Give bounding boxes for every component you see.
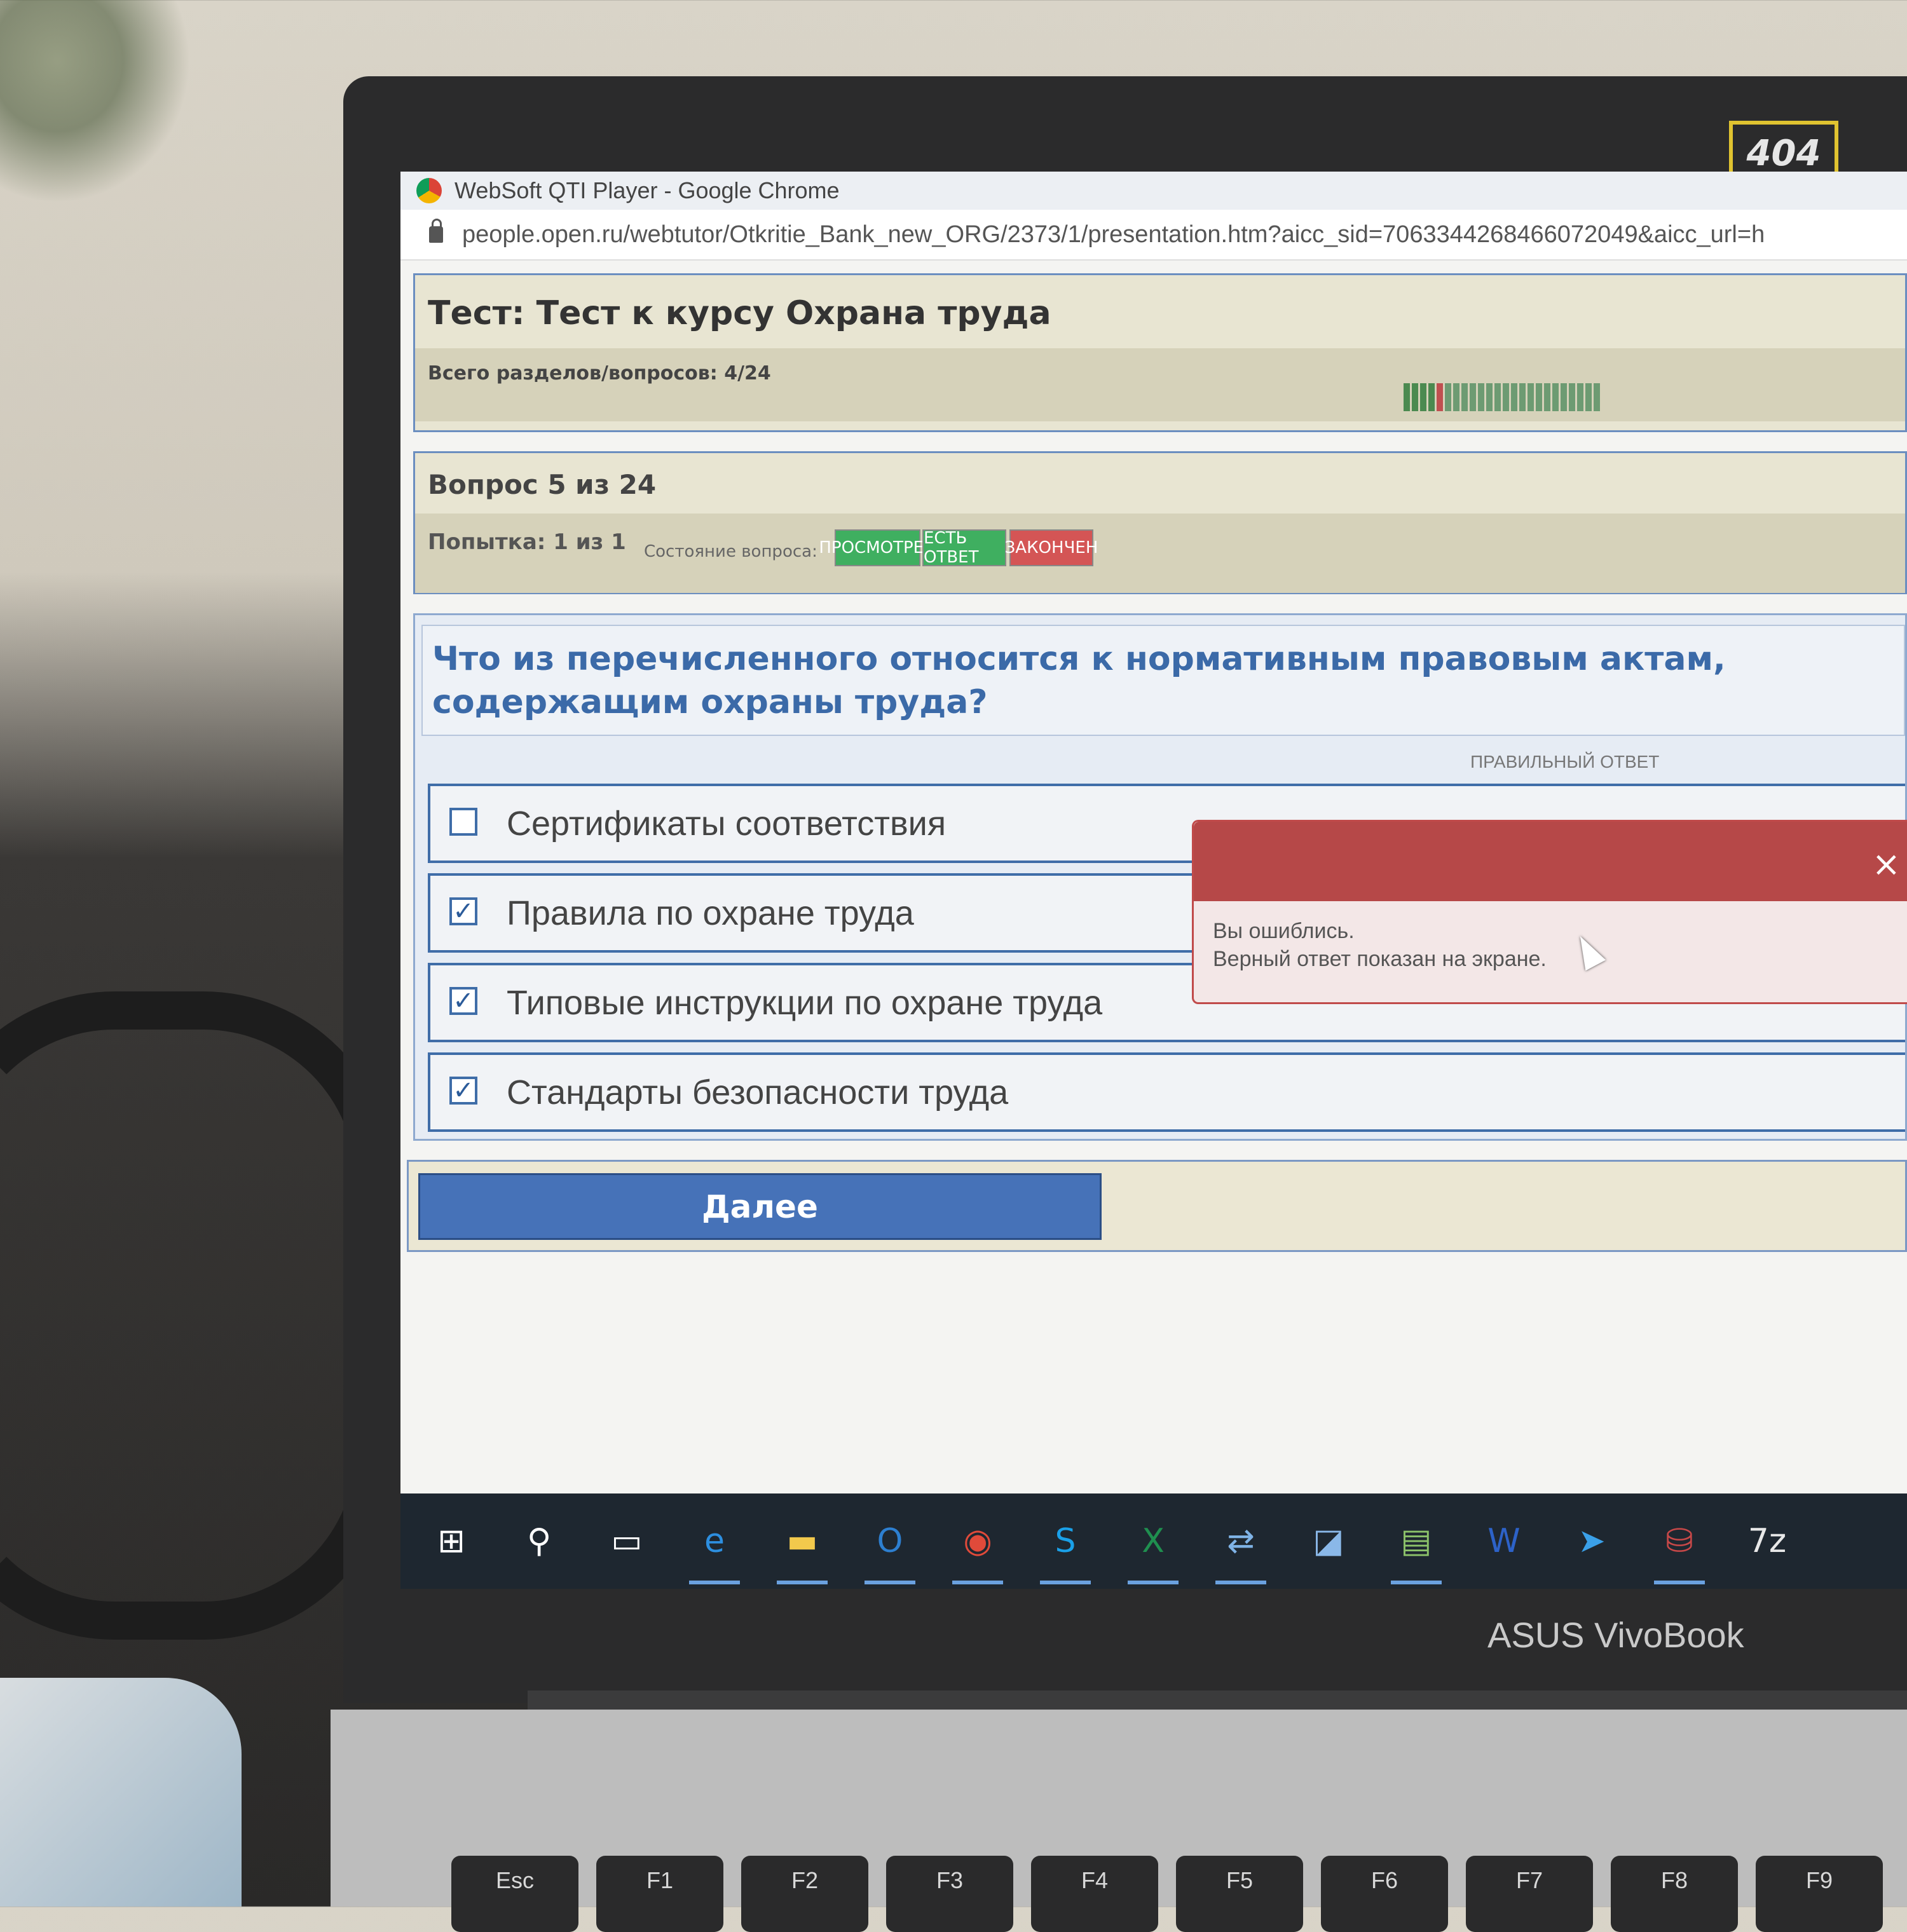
question-status-bar: Попытка: 1 из 1 Состояние вопроса: ПРОСМ… (415, 514, 1905, 593)
close-icon[interactable]: × (1872, 844, 1901, 884)
answer-option[interactable]: ✓ Стандарты безопасности труда (428, 1052, 1905, 1132)
keyboard-key: F7 (1466, 1856, 1593, 1932)
popup-line-correct-shown: Верный ответ показан на экране. (1213, 947, 1547, 971)
answer-label: Правила по охране труда (507, 894, 914, 932)
question-progress-bar (1404, 383, 1600, 411)
progress-cell (1445, 383, 1451, 411)
test-header-panel: Тест: Тест к курсу Охрана труда Всего ра… (413, 273, 1907, 432)
progress-cell (1528, 383, 1534, 411)
network-icon[interactable]: ⇄ (1215, 1516, 1266, 1584)
popup-message: Вы ошиблись. Верный ответ показан на экр… (1213, 917, 1547, 973)
answer-label: Сертификаты соответствия (507, 805, 947, 843)
keyboard-key: F9 (1756, 1856, 1883, 1932)
address-bar[interactable]: people.open.ru/webtutor/Otkritie_Bank_ne… (400, 210, 1907, 261)
url-text[interactable]: people.open.ru/webtutor/Otkritie_Bank_ne… (462, 221, 1765, 248)
answer-label: Типовые инструкции по охране труда (507, 984, 1103, 1022)
badge-viewed: ПРОСМОТРЕН (819, 529, 936, 566)
browser-titlebar: WebSoft QTI Player - Google Chrome (400, 172, 1907, 210)
chrome-logo-icon (416, 178, 442, 203)
question-text-box: Что из перечисленного относится к нормат… (421, 625, 1905, 736)
progress-cell (1412, 383, 1418, 411)
keyboard-key: F3 (886, 1856, 1013, 1932)
answer-checkbox[interactable]: ✓ (449, 987, 477, 1015)
excel-icon[interactable]: X (1128, 1516, 1179, 1584)
question-state-label: Состояние вопроса: (644, 542, 817, 561)
badge-finished: ЗАКОНЧЕН (1005, 529, 1098, 566)
file-explorer-icon[interactable]: ▬ (777, 1516, 828, 1584)
keyboard-key: F1 (596, 1856, 723, 1932)
progress-cell (1585, 383, 1592, 411)
progress-cell (1494, 383, 1501, 411)
progress-cell (1437, 383, 1443, 411)
window-title: WebSoft QTI Player - Google Chrome (455, 177, 840, 203)
progress-cell (1453, 383, 1459, 411)
progress-cell (1594, 383, 1600, 411)
progress-cell (1536, 383, 1542, 411)
error-notification-popup: × Вы ошиблись. Верный ответ показан на э… (1192, 820, 1907, 1004)
progress-cell (1461, 383, 1468, 411)
background-cushion (0, 1678, 242, 1907)
progress-cell (1552, 383, 1559, 411)
progress-cell (1404, 383, 1410, 411)
question-header-panel: Вопрос 5 из 24 Попытка: 1 из 1 Состояние… (413, 451, 1907, 594)
progress-cell (1577, 383, 1583, 411)
progress-cell (1486, 383, 1493, 411)
popup-line-mistake: Вы ошиблись. (1213, 919, 1355, 943)
progress-cell (1420, 383, 1426, 411)
search-icon[interactable]: ⚲ (514, 1516, 564, 1567)
answer-label: Стандарты безопасности труда (507, 1073, 1009, 1112)
progress-cell (1470, 383, 1476, 411)
badge-answered: ЕСТЬ ОТВЕТ (922, 529, 1006, 567)
7zip-icon[interactable]: 7z (1742, 1516, 1793, 1567)
keyboard-key: F5 (1176, 1856, 1303, 1932)
keyboard-key: F2 (741, 1856, 868, 1932)
question-number: Вопрос 5 из 24 (428, 469, 657, 500)
laptop-screen: WebSoft QTI Player - Google Chrome peopl… (400, 172, 1907, 1493)
lock-icon (429, 219, 443, 243)
notepad-icon[interactable]: ◪ (1303, 1516, 1354, 1567)
chrome-icon[interactable]: ◉ (952, 1516, 1003, 1584)
send-icon[interactable]: ➤ (1566, 1516, 1617, 1567)
task-view-icon[interactable]: ▭ (601, 1516, 652, 1567)
keyboard-key: F4 (1031, 1856, 1158, 1932)
keyboard-key: F6 (1321, 1856, 1448, 1932)
sections-count: Всего разделов/вопросов: 4/24 (428, 362, 771, 384)
keyboard-key: F8 (1611, 1856, 1738, 1932)
database-icon[interactable]: ⛁ (1654, 1516, 1705, 1584)
progress-cell (1569, 383, 1575, 411)
answer-checkbox[interactable]: ✓ (449, 897, 477, 925)
word-icon[interactable]: W (1479, 1516, 1529, 1567)
skype-icon[interactable]: S (1040, 1516, 1091, 1584)
background-plant (0, 0, 191, 203)
windows-start-icon[interactable]: ⊞ (426, 1516, 477, 1567)
image-editor-icon[interactable]: ▤ (1391, 1516, 1442, 1584)
answer-checkbox[interactable]: ✓ (449, 1077, 477, 1105)
background-headphones (0, 991, 394, 1640)
section-bar: Всего разделов/вопросов: 4/24 (415, 348, 1905, 421)
progress-cell (1544, 383, 1550, 411)
attempt-label: Попытка: 1 из 1 (428, 529, 626, 555)
progress-cell (1503, 383, 1509, 411)
question-text: Что из перечисленного относится к нормат… (432, 640, 1726, 721)
progress-cell (1428, 383, 1435, 411)
keyboard-key: Esc (451, 1856, 578, 1932)
answer-checkbox[interactable] (449, 808, 477, 836)
internet-explorer-icon[interactable]: e (689, 1516, 740, 1584)
progress-cell (1519, 383, 1526, 411)
progress-cell (1478, 383, 1484, 411)
outlook-icon[interactable]: O (865, 1516, 915, 1584)
windows-taskbar: ⊞ ⚲ ▭ e ▬ O ◉ S X ⇄ ◪ ▤ W ➤ ⛁ 7z (400, 1493, 1907, 1589)
laptop-brand: ASUS VivoBook (1487, 1615, 1744, 1655)
navigation-bar: Далее (407, 1160, 1907, 1252)
next-button[interactable]: Далее (418, 1173, 1102, 1240)
correct-answer-label: ПРАВИЛЬНЫЙ ОТВЕТ (1470, 752, 1660, 772)
popup-header: × (1194, 822, 1907, 901)
test-title: Тест: Тест к курсу Охрана труда (428, 294, 1051, 332)
progress-cell (1561, 383, 1567, 411)
progress-cell (1511, 383, 1517, 411)
